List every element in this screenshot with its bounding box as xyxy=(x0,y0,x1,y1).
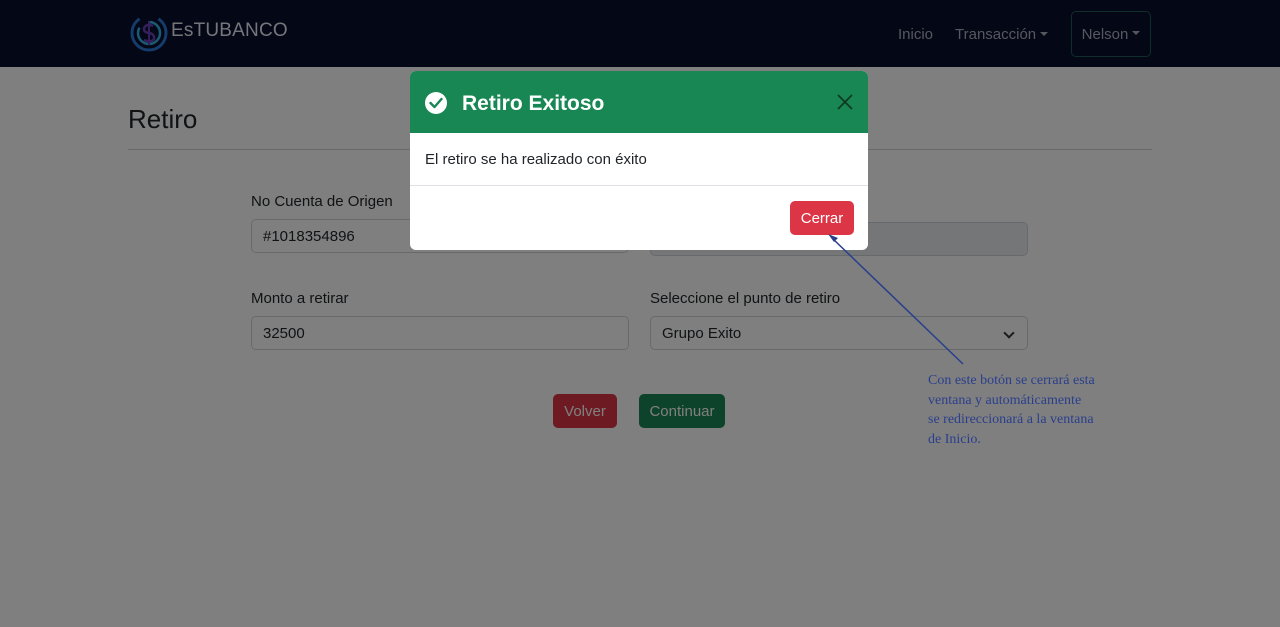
annotation-note: Con este botón se cerrará esta ventana y… xyxy=(928,373,1095,447)
annotation-arrow-icon xyxy=(828,234,964,365)
